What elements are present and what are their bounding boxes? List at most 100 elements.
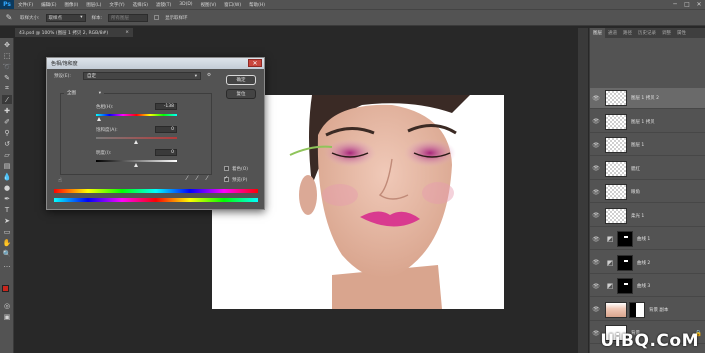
eyedropper-icon[interactable]: ⁄ xyxy=(184,175,190,182)
panel-tab[interactable]: 通道 xyxy=(605,30,620,36)
panel-tab[interactable]: 图层 xyxy=(590,28,605,38)
lightness-slider-thumb[interactable] xyxy=(134,163,138,167)
type-tool-icon[interactable]: T xyxy=(2,205,12,214)
visibility-eye-icon[interactable]: 👁 xyxy=(590,306,602,313)
clone-stamp-tool-icon[interactable]: ⚲ xyxy=(2,128,12,137)
layer-row[interactable]: 👁 ◩ 曲线 2 xyxy=(590,253,705,274)
foreground-color-swatch[interactable] xyxy=(2,285,9,292)
healing-brush-tool-icon[interactable]: ✚ xyxy=(2,106,12,115)
visibility-eye-icon[interactable]: 👁 xyxy=(590,236,602,243)
panel-tab[interactable]: 路径 xyxy=(620,30,635,36)
sample-size-select[interactable]: 取样点 ▾ xyxy=(45,13,86,22)
history-brush-tool-icon[interactable]: ↺ xyxy=(2,139,12,148)
lightness-value-field[interactable]: 0 xyxy=(155,149,177,156)
shape-tool-icon[interactable]: ▭ xyxy=(2,227,12,236)
visibility-eye-icon[interactable]: 👁 xyxy=(590,118,602,125)
menu-item[interactable]: 图像(I) xyxy=(60,2,82,8)
layer-thumbnail[interactable] xyxy=(605,207,627,224)
menu-item[interactable]: 文件(F) xyxy=(14,2,37,8)
hue-slider-thumb[interactable] xyxy=(96,117,101,121)
ok-button[interactable]: 确定 xyxy=(226,75,256,85)
close-window-button[interactable]: ✕ xyxy=(694,0,704,9)
saturation-slider-thumb[interactable] xyxy=(134,140,138,144)
layer-row[interactable]: 👁 柔光 1 xyxy=(590,206,705,227)
show-sampling-ring-checkbox[interactable] xyxy=(154,15,160,20)
document-tab-close-icon[interactable]: × xyxy=(125,30,129,35)
eyedropper-plus-icon[interactable]: ⁄ xyxy=(194,175,200,182)
layer-thumbnail[interactable] xyxy=(605,301,627,318)
menu-item[interactable]: 滤镜(T) xyxy=(152,2,175,8)
channel-select[interactable]: 全图 ▾ xyxy=(64,89,104,97)
gradient-tool-icon[interactable]: ▤ xyxy=(2,161,12,170)
pen-tool-icon[interactable]: ✒ xyxy=(2,194,12,203)
menu-item[interactable]: 图层(L) xyxy=(82,2,105,8)
visibility-eye-icon[interactable]: 👁 xyxy=(590,259,602,266)
visibility-eye-icon[interactable]: 👁 xyxy=(590,142,602,149)
hand-tool-icon[interactable]: ✋ xyxy=(2,238,12,247)
menu-item[interactable]: 3D(D) xyxy=(175,2,196,8)
eyedropper-minus-icon[interactable]: ⁄ xyxy=(204,175,210,182)
menu-item[interactable]: 帮助(H) xyxy=(245,2,269,8)
lasso-tool-icon[interactable]: ➰ xyxy=(2,62,12,71)
layer-row[interactable]: 👁 图层 1 拷贝 2 xyxy=(590,88,705,109)
targeted-adjustment-hand-icon[interactable]: ☝ xyxy=(57,177,63,184)
preset-options-icon[interactable]: ⚙ xyxy=(207,73,211,78)
marquee-tool-icon[interactable]: ⬚ xyxy=(2,51,12,60)
layer-row[interactable]: 👁 眼角 xyxy=(590,182,705,203)
layer-mask-thumbnail[interactable] xyxy=(629,301,645,318)
minimize-button[interactable]: ─ xyxy=(670,0,680,9)
hue-slider-track[interactable] xyxy=(96,114,177,116)
lightness-slider-track[interactable] xyxy=(96,160,177,162)
quick-mask-icon[interactable]: ◎ xyxy=(2,301,12,310)
move-tool-icon[interactable]: ✥ xyxy=(2,40,12,49)
layer-row[interactable]: 👁 背景 副本 xyxy=(590,300,705,321)
preset-select[interactable]: 自定 ▾ xyxy=(83,72,201,80)
layer-thumbnail[interactable] xyxy=(605,137,627,153)
blur-tool-icon[interactable]: 💧 xyxy=(2,172,12,181)
dialog-titlebar[interactable]: 色相/饱和度 ✕ xyxy=(47,58,264,69)
brush-tool-icon[interactable]: ✐ xyxy=(2,117,12,126)
layer-mask-thumbnail[interactable] xyxy=(617,278,633,294)
colorize-checkbox[interactable] xyxy=(224,166,229,171)
quick-select-tool-icon[interactable]: ✎ xyxy=(2,73,12,82)
crop-tool-icon[interactable]: ⌗ xyxy=(2,84,12,93)
layer-mask-thumbnail[interactable] xyxy=(617,231,633,247)
visibility-eye-icon[interactable]: 👁 xyxy=(590,189,602,196)
layer-row[interactable]: 👁 图层 1 拷贝 xyxy=(590,112,705,133)
layer-row[interactable]: 👁 ◩ 曲线 1 xyxy=(590,229,705,250)
menu-item[interactable]: 视图(V) xyxy=(197,2,221,8)
layer-row[interactable]: 👁 腮红 xyxy=(590,159,705,180)
path-select-tool-icon[interactable]: ➤ xyxy=(2,216,12,225)
saturation-slider-track[interactable] xyxy=(96,137,177,139)
visibility-eye-icon[interactable]: 👁 xyxy=(590,95,602,102)
layer-mask-thumbnail[interactable] xyxy=(617,254,633,271)
eyedropper-tool-icon[interactable]: ✎ xyxy=(4,13,14,23)
maximize-button[interactable]: □ xyxy=(682,0,692,9)
screen-mode-icon[interactable]: ▣ xyxy=(2,312,12,321)
panel-tab[interactable]: 历史记录 xyxy=(635,30,659,36)
layer-row[interactable]: 👁 图层 1 xyxy=(590,135,705,156)
eraser-tool-icon[interactable]: ▱ xyxy=(2,150,12,159)
visibility-eye-icon[interactable]: 👁 xyxy=(590,283,602,290)
zoom-tool-icon[interactable]: 🔍 xyxy=(2,249,12,258)
eyedropper-tool-icon[interactable]: ⁄ xyxy=(2,95,12,104)
preview-checkbox[interactable] xyxy=(224,175,229,182)
sample-select[interactable]: 所有图层 xyxy=(108,13,149,22)
menu-item[interactable]: 编辑(E) xyxy=(37,2,60,8)
layer-thumbnail[interactable] xyxy=(605,113,627,130)
saturation-value-field[interactable]: 0 xyxy=(155,126,177,133)
hue-value-field[interactable]: -138 xyxy=(155,103,177,110)
layer-row[interactable]: 👁 ◩ 曲线 3 xyxy=(590,276,705,297)
menu-item[interactable]: 选择(S) xyxy=(129,2,152,8)
dodge-tool-icon[interactable]: ● xyxy=(2,183,12,192)
visibility-eye-icon[interactable]: 👁 xyxy=(590,212,602,219)
menu-item[interactable]: 文字(Y) xyxy=(105,2,128,8)
reset-button[interactable]: 复位 xyxy=(226,89,256,99)
layer-thumbnail[interactable] xyxy=(605,160,627,177)
more-tools-icon[interactable]: … xyxy=(2,260,12,269)
dialog-close-button[interactable]: ✕ xyxy=(248,59,262,67)
document-tab[interactable]: 43.psd @ 100% (图层 1 拷贝 2, RGB/8#) × xyxy=(15,28,133,37)
layer-thumbnail[interactable] xyxy=(605,184,627,200)
panel-tab[interactable]: 属性 xyxy=(674,30,689,36)
visibility-eye-icon[interactable]: 👁 xyxy=(590,165,602,172)
